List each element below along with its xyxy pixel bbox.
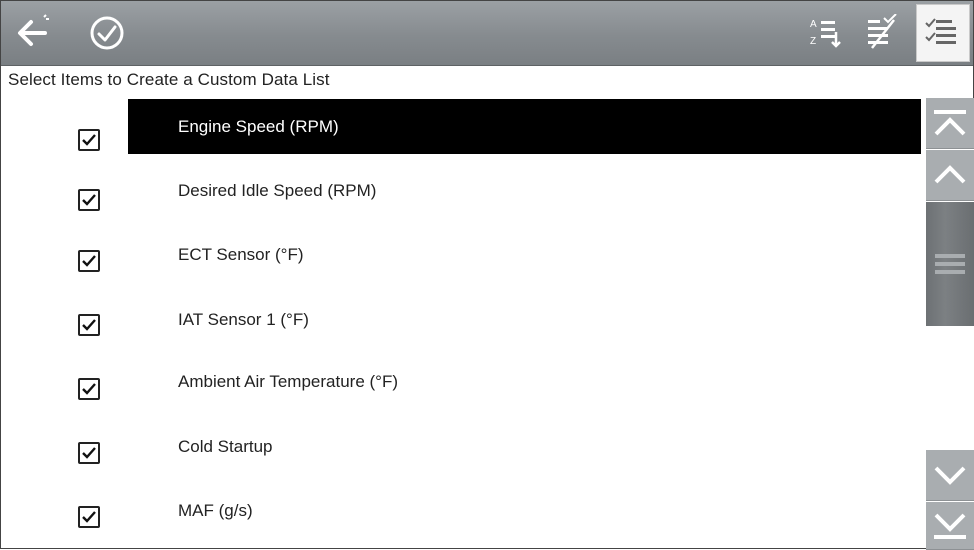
grip-icon xyxy=(935,254,965,274)
check-icon xyxy=(82,319,96,331)
sort-button[interactable]: A Z xyxy=(797,1,853,65)
row-checkbox[interactable] xyxy=(78,378,100,400)
scroll-up-button[interactable] xyxy=(926,150,974,201)
chevron-up-icon xyxy=(934,165,966,184)
row-checkbox[interactable] xyxy=(78,506,100,528)
row-checkbox[interactable] xyxy=(78,189,100,211)
scrollbar[interactable] xyxy=(926,98,974,550)
row-label: Desired Idle Speed (RPM) xyxy=(178,181,377,200)
row-checkbox[interactable] xyxy=(78,442,100,464)
scroll-thumb[interactable] xyxy=(926,202,974,326)
check-icon xyxy=(82,134,96,146)
row-checkbox[interactable] xyxy=(78,314,100,336)
deselect-all-button[interactable] xyxy=(853,1,909,65)
row-checkbox[interactable] xyxy=(78,129,100,151)
select-all-button[interactable] xyxy=(913,1,973,65)
data-list: Engine Speed (RPM) Desired Idle Speed (R… xyxy=(0,98,924,548)
select-all-icon xyxy=(925,18,956,44)
row-label: Cold Startup xyxy=(178,437,273,456)
back-arrow-icon xyxy=(18,14,49,46)
svg-text:A: A xyxy=(810,19,817,30)
sort-list-icon: A Z xyxy=(810,19,841,48)
scroll-down-button[interactable] xyxy=(926,450,974,501)
row-label: IAT Sensor 1 (°F) xyxy=(178,310,309,329)
row-label: Ambient Air Temperature (°F) xyxy=(178,372,399,391)
done-button[interactable] xyxy=(75,1,139,65)
list-item[interactable]: Cold Startup xyxy=(0,422,924,487)
check-icon xyxy=(82,447,96,459)
double-chevron-down-icon xyxy=(934,513,966,539)
back-button[interactable] xyxy=(5,1,61,65)
list-item[interactable]: ECT Sensor (°F) xyxy=(0,227,924,292)
double-chevron-up-icon xyxy=(934,110,966,136)
svg-text:Z: Z xyxy=(810,36,816,47)
checkmark-circle-icon xyxy=(90,16,124,50)
scroll-to-bottom-button[interactable] xyxy=(926,502,974,550)
chevron-down-icon xyxy=(934,466,966,485)
list-item[interactable]: Engine Speed (RPM) xyxy=(0,98,924,163)
row-checkbox[interactable] xyxy=(78,250,100,272)
check-icon xyxy=(82,255,96,267)
deselect-all-icon xyxy=(868,14,897,49)
check-icon xyxy=(82,383,96,395)
list-item[interactable]: IAT Sensor 1 (°F) xyxy=(0,292,924,357)
toolbar: A Z xyxy=(1,1,973,66)
select-all-active-box xyxy=(916,4,970,62)
list-item[interactable]: Desired Idle Speed (RPM) xyxy=(0,162,924,227)
check-icon xyxy=(82,194,96,206)
check-icon xyxy=(82,511,96,523)
list-item[interactable]: Ambient Air Temperature (°F) xyxy=(0,357,924,422)
row-label: Engine Speed (RPM) xyxy=(178,117,339,136)
row-label: MAF (g/s) xyxy=(178,501,253,520)
row-label: ECT Sensor (°F) xyxy=(178,245,304,264)
list-item[interactable]: MAF (g/s) xyxy=(0,487,924,548)
scroll-to-top-button[interactable] xyxy=(926,98,974,149)
page-title: Select Items to Create a Custom Data Lis… xyxy=(8,70,330,89)
